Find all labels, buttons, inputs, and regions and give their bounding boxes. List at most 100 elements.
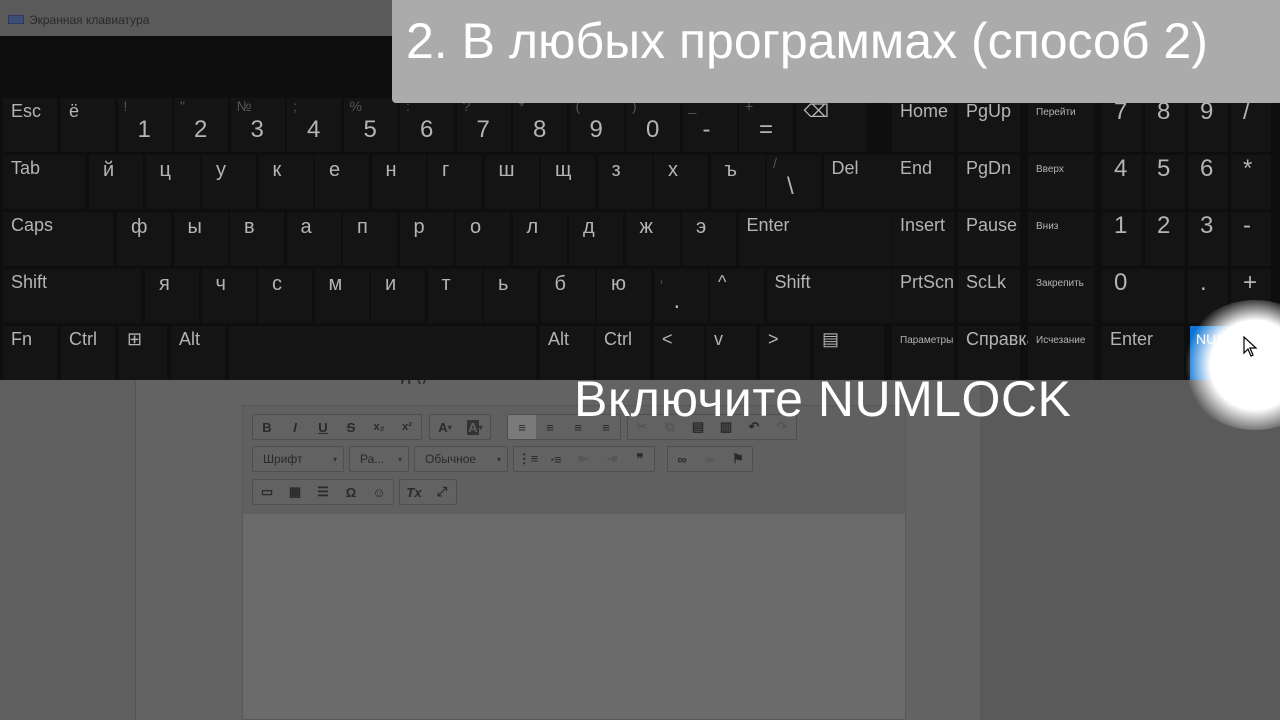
bulleted-list-icon[interactable]: ∙≡ xyxy=(542,447,570,471)
key-r2-7[interactable]: г xyxy=(428,155,482,209)
key-r3-2[interactable]: ы xyxy=(173,212,228,266)
key-esc[interactable]: Esc xyxy=(3,98,57,152)
key-numpad-row3-3[interactable]: - xyxy=(1231,212,1271,266)
key-numpad-row1-2[interactable]: 9 xyxy=(1188,98,1228,152)
key-r3-1[interactable]: ф xyxy=(117,212,171,266)
key-numpad-0[interactable]: 0 xyxy=(1102,269,1184,323)
table-icon[interactable]: ▦ xyxy=(281,480,309,504)
link-icon[interactable]: ∞ xyxy=(668,447,696,471)
key-numpad-row3-1[interactable]: 2 xyxy=(1145,212,1185,266)
remove-format-icon[interactable]: Tx xyxy=(400,480,428,504)
key-r1-12[interactable]: _ - xyxy=(682,98,737,152)
align-left-icon[interactable]: ≡ xyxy=(508,415,536,439)
superscript-button[interactable]: x² xyxy=(393,415,421,439)
anchor-icon[interactable]: ⚑ xyxy=(724,447,752,471)
key-nav-col2-2[interactable]: Pause xyxy=(958,212,1020,266)
key-r2-13[interactable]: / \ xyxy=(767,155,821,209)
key-r1-2[interactable]: ! 1 xyxy=(117,98,172,152)
subscript-button[interactable]: x₂ xyxy=(365,415,393,439)
smiley-icon[interactable]: ☺ xyxy=(365,480,393,504)
key-r1-4[interactable]: № 3 xyxy=(230,98,285,152)
key-numpad-row2-3[interactable]: * xyxy=(1231,155,1271,209)
key-r4-7[interactable]: ь xyxy=(484,269,538,323)
key-r3-4[interactable]: а xyxy=(286,212,341,266)
key-numpad-enter[interactable]: Enter xyxy=(1102,326,1184,380)
key-r3-9[interactable]: д xyxy=(569,212,623,266)
key-numpad-row2-2[interactable]: 6 xyxy=(1188,155,1228,209)
key-r2-5[interactable]: е xyxy=(315,155,369,209)
key-r3-8[interactable]: л xyxy=(512,212,567,266)
special-char-icon[interactable]: Ω xyxy=(337,480,365,504)
key-r5-2[interactable]: ⊞ xyxy=(119,326,167,380)
key-caps[interactable]: Caps xyxy=(3,212,113,266)
key-r5-0[interactable]: Fn xyxy=(3,326,57,380)
outdent-icon[interactable]: ⇤ xyxy=(570,447,598,471)
unlink-icon[interactable]: ∞ xyxy=(696,447,724,471)
key-r2-1[interactable]: й xyxy=(89,155,143,209)
key-r2-8[interactable]: ш xyxy=(484,155,539,209)
key-nav-col3-1[interactable]: Вверх xyxy=(1028,155,1094,209)
align-center-icon[interactable]: ≡ xyxy=(536,415,564,439)
bg-color-button[interactable]: A ▾ xyxy=(460,415,490,439)
font-combo[interactable]: Шрифт ▾ xyxy=(253,447,343,471)
key-r3-7[interactable]: о xyxy=(456,212,510,266)
key-r4-2[interactable]: ч xyxy=(201,269,256,323)
editor-body[interactable] xyxy=(243,514,905,719)
key-lshift[interactable]: Shift xyxy=(3,269,141,323)
size-combo[interactable]: Ра... ▾ xyxy=(350,447,408,471)
key-r2-14[interactable]: Del xyxy=(823,155,892,209)
key-r1-13[interactable]: + = xyxy=(739,98,793,152)
key-numpad-row1-3[interactable]: / xyxy=(1231,98,1271,152)
key-rshift[interactable]: Shift xyxy=(766,269,891,323)
key-nav-col1-3[interactable]: PrtScn xyxy=(892,269,954,323)
key-r2-2[interactable]: ц xyxy=(145,155,200,209)
key-r1-5[interactable]: ; 4 xyxy=(287,98,341,152)
key-r4-8[interactable]: б xyxy=(540,269,595,323)
key-r3-10[interactable]: ж xyxy=(625,212,680,266)
key-nav-col1-0[interactable]: Home xyxy=(892,98,954,152)
strike-button[interactable]: S xyxy=(337,415,365,439)
key-r5-4[interactable] xyxy=(229,326,536,380)
key-r4-3[interactable]: с xyxy=(258,269,312,323)
key-r4-9[interactable]: ю xyxy=(597,269,651,323)
key-r4-10[interactable]: ,. xyxy=(653,269,708,323)
key-r1-3[interactable]: " 2 xyxy=(174,98,228,152)
key-r2-6[interactable]: н xyxy=(371,155,426,209)
key-r4-6[interactable]: т xyxy=(427,269,482,323)
key-numpad-row2-1[interactable]: 5 xyxy=(1145,155,1185,209)
key-r5-1[interactable]: Ctrl xyxy=(61,326,115,380)
blockquote-icon[interactable]: ❞ xyxy=(626,447,654,471)
key-nav-col1-1[interactable]: End xyxy=(892,155,954,209)
horizontal-line-icon[interactable]: ☰ xyxy=(309,480,337,504)
key-r2-9[interactable]: щ xyxy=(541,155,595,209)
key-enter[interactable]: Enter xyxy=(738,212,891,266)
key-r3-6[interactable]: р xyxy=(399,212,454,266)
key-r3-11[interactable]: э xyxy=(682,212,736,266)
key-nav-col2-1[interactable]: PgDn xyxy=(958,155,1020,209)
key-r3-3[interactable]: в xyxy=(230,212,284,266)
key-r1-6[interactable]: % 5 xyxy=(343,98,398,152)
key-numpad-row3-0[interactable]: 1 xyxy=(1102,212,1142,266)
style-combo[interactable]: Обычное ▾ xyxy=(415,447,507,471)
image-icon[interactable]: ▭ xyxy=(253,480,281,504)
underline-button[interactable]: U xyxy=(309,415,337,439)
key-r1-1[interactable]: ё xyxy=(61,98,115,152)
key-nav-col3-2[interactable]: Вниз xyxy=(1028,212,1094,266)
numbered-list-icon[interactable]: ⋮≡ xyxy=(514,447,542,471)
key-r4-11[interactable]: ^ xyxy=(710,269,764,323)
key-backspace[interactable]: ⌫ xyxy=(795,98,866,152)
key-nav-col3-0[interactable]: Перейти xyxy=(1028,98,1094,152)
maximize-icon[interactable]: ⤢ xyxy=(428,480,456,504)
key-numpad-row3-2[interactable]: 3 xyxy=(1188,212,1228,266)
key-numpad-row2-0[interactable]: 4 xyxy=(1102,155,1142,209)
key-r3-5[interactable]: п xyxy=(343,212,397,266)
key-r4-1[interactable]: я xyxy=(145,269,199,323)
key-r4-4[interactable]: м xyxy=(314,269,369,323)
key-r1-7[interactable]: :6 xyxy=(400,98,454,152)
key-r5-3[interactable]: Alt xyxy=(171,326,225,380)
key-r2-0[interactable]: Tab xyxy=(3,155,85,209)
italic-button[interactable]: I xyxy=(281,415,309,439)
key-nav-col2-3[interactable]: ScLk xyxy=(958,269,1020,323)
key-r1-11[interactable]: ) 0 xyxy=(626,98,680,152)
key-r4-5[interactable]: и xyxy=(371,269,425,323)
